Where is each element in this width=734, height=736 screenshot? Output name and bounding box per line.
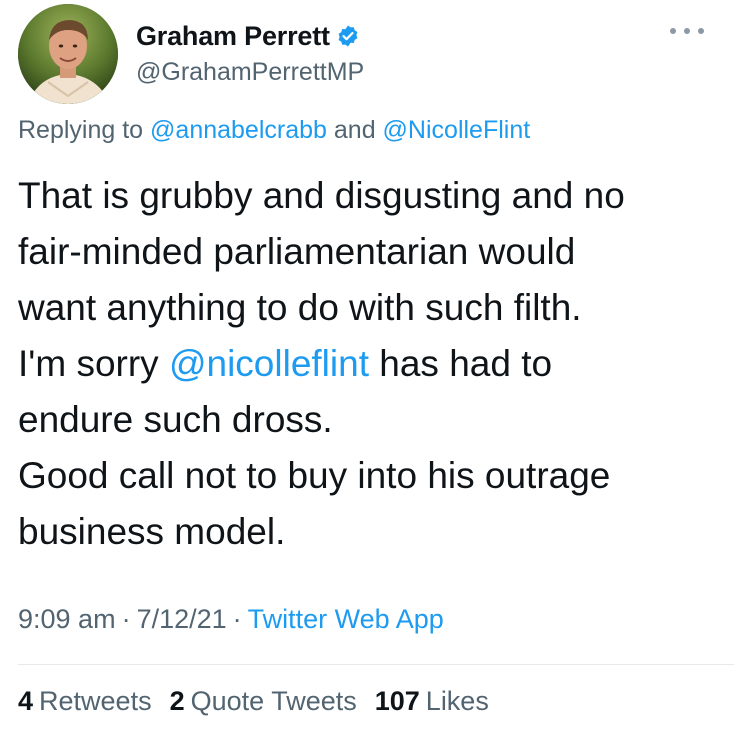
- quote-tweets-label: Quote Tweets: [190, 686, 357, 716]
- tweet-line: I'm sorry @nicolleflint has had to: [18, 336, 718, 392]
- tweet-source[interactable]: Twitter Web App: [248, 604, 444, 634]
- avatar[interactable]: [18, 4, 118, 104]
- likes-stat[interactable]: 107 Likes: [375, 686, 489, 717]
- divider: [18, 664, 734, 665]
- tweet-text: That is grubby and disgusting and no fai…: [18, 168, 718, 560]
- avatar-image: [18, 4, 118, 104]
- tweet-line: fair-minded parliamentarian would: [18, 231, 576, 272]
- tweet-line: endure such dross.: [18, 399, 333, 440]
- likes-label: Likes: [425, 686, 489, 716]
- tweet-date[interactable]: 7/12/21: [137, 604, 227, 634]
- tweet-line: business model.: [18, 511, 286, 552]
- tweet-line: Good call not to buy into his outrage: [18, 455, 611, 496]
- display-name-row: Graham Perrett: [136, 18, 364, 54]
- tweet-line: That is grubby and disgusting and no: [18, 175, 625, 216]
- retweets-count: 4: [18, 686, 34, 716]
- more-dot: [698, 28, 704, 34]
- verified-badge-icon: [336, 24, 360, 48]
- more-dot: [670, 28, 676, 34]
- tweet-detail: Graham Perrett @GrahamPerrettMP Replying…: [0, 0, 734, 736]
- more-options-icon[interactable]: [670, 24, 704, 38]
- quote-tweets-count: 2: [169, 686, 185, 716]
- meta-separator: ·: [232, 604, 242, 634]
- replying-conjunction: and: [326, 116, 383, 144]
- likes-count: 107: [374, 686, 420, 716]
- mention-nicolleflint-inline[interactable]: @nicolleflint: [169, 343, 369, 384]
- author-handle[interactable]: @GrahamPerrettMP: [136, 58, 364, 87]
- tweet-line-suffix: has had to: [368, 343, 553, 384]
- meta-separator: ·: [121, 604, 131, 634]
- display-name[interactable]: Graham Perrett: [136, 21, 330, 52]
- replying-to: Replying to @annabelcrabb and @NicolleFl…: [18, 116, 530, 145]
- author-names: Graham Perrett @GrahamPerrettMP: [136, 18, 364, 87]
- mention-annabelcrabb[interactable]: @annabelcrabb: [150, 116, 327, 144]
- replying-prefix: Replying to: [18, 116, 151, 144]
- tweet-line: want anything to do with such filth.: [18, 287, 582, 328]
- tweet-stats: 4 Retweets 2 Quote Tweets 107 Likes: [18, 686, 489, 717]
- tweet-meta: 9:09 am · 7/12/21 · Twitter Web App: [18, 604, 444, 635]
- more-dot: [684, 28, 690, 34]
- tweet-time[interactable]: 9:09 am: [18, 604, 116, 634]
- tweet-header: Graham Perrett @GrahamPerrettMP: [18, 4, 718, 104]
- mention-nicolleflint[interactable]: @NicolleFlint: [383, 116, 531, 144]
- quote-tweets-stat[interactable]: 2 Quote Tweets: [170, 686, 357, 717]
- tweet-line-prefix: I'm sorry: [18, 343, 169, 384]
- retweets-stat[interactable]: 4 Retweets: [18, 686, 152, 717]
- retweets-label: Retweets: [39, 686, 152, 716]
